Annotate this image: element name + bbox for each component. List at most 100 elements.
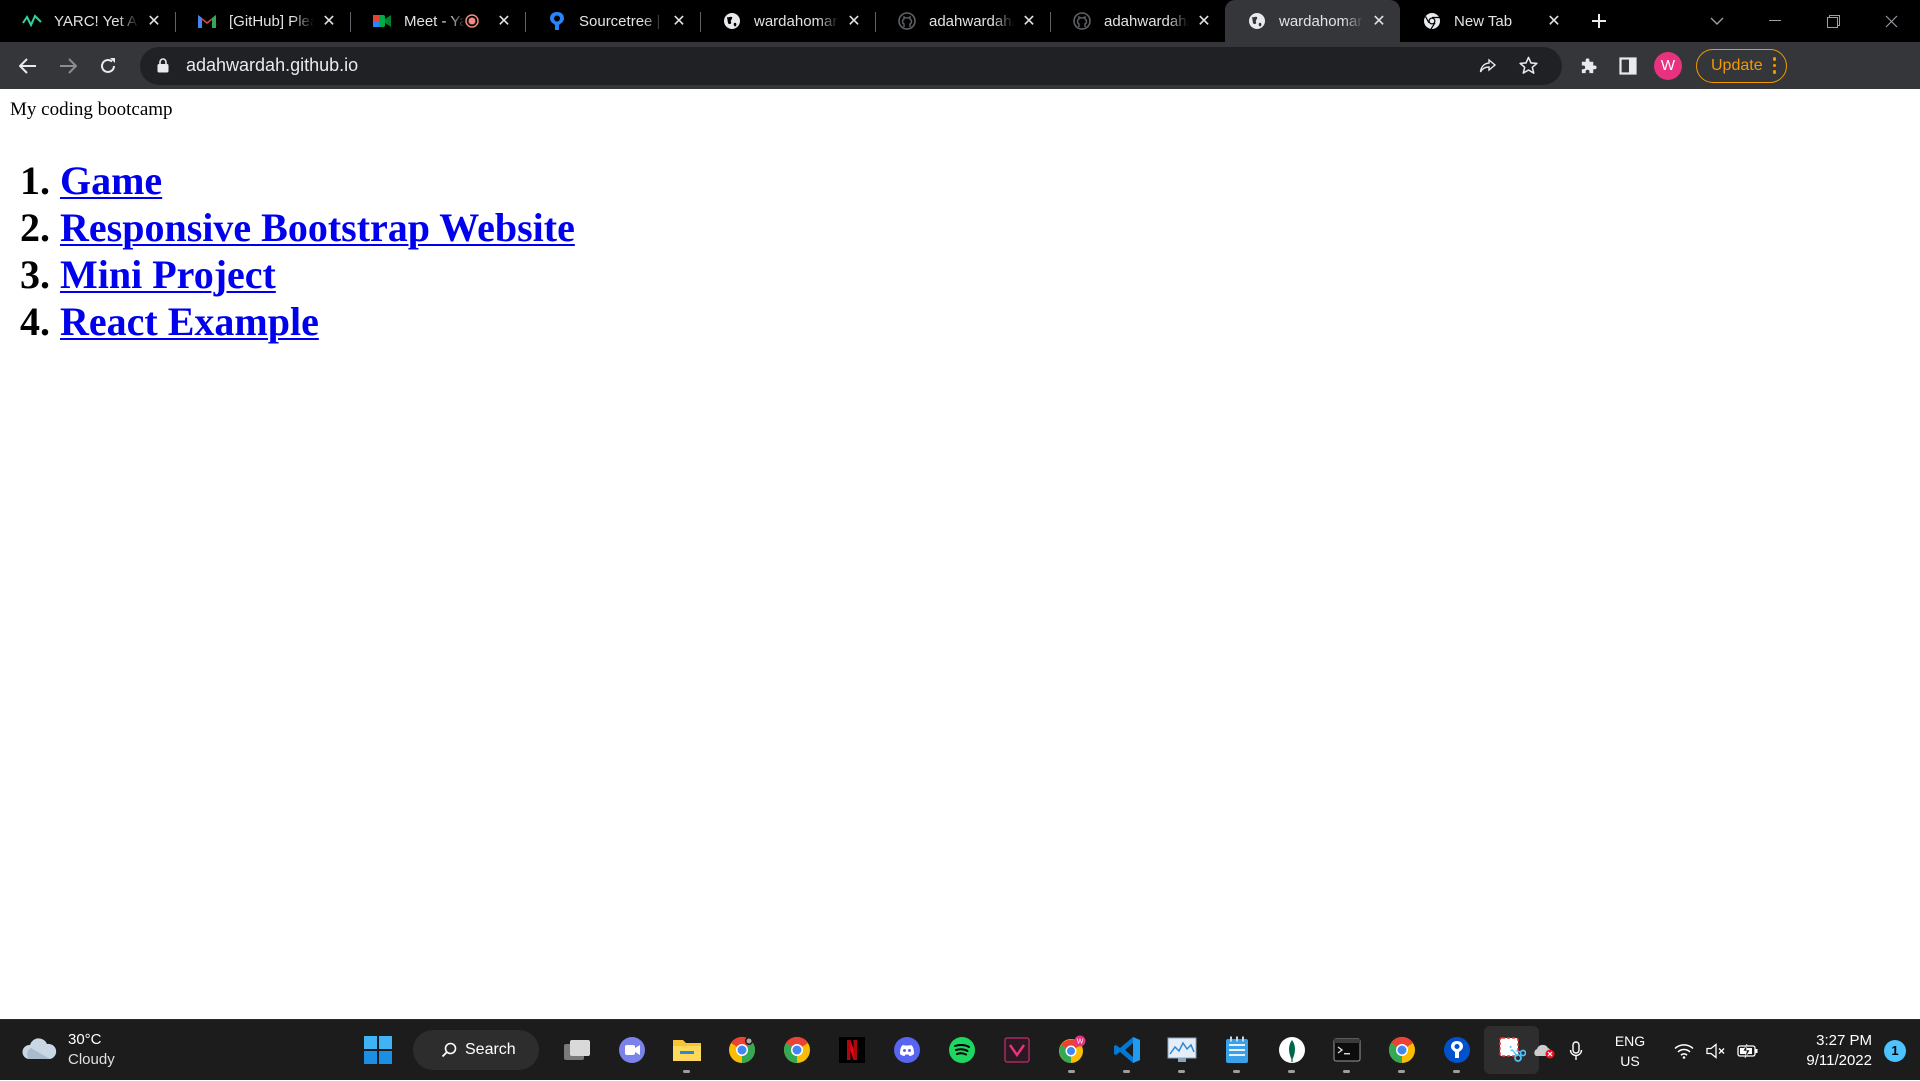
close-window-button[interactable]: [1862, 0, 1920, 42]
reload-button[interactable]: [88, 46, 128, 86]
discord-button[interactable]: [879, 1026, 934, 1074]
minimize-button[interactable]: [1746, 0, 1804, 42]
netflix-button[interactable]: [824, 1026, 879, 1074]
close-icon[interactable]: ✕: [495, 12, 513, 30]
chrome-profile-icon: W: [1058, 1035, 1085, 1063]
new-tab-button[interactable]: [1575, 0, 1623, 42]
windows-taskbar: 30°C Cloudy Search W ENG US 3:27 PM 9/11…: [0, 1019, 1920, 1080]
tab-title: Sourcetree | Free Git GUI: [579, 12, 664, 30]
task-view-icon: [563, 1040, 590, 1060]
tab-yarc[interactable]: YARC! Yet Another REST Client ✕: [0, 0, 175, 42]
minimize-icon: [1769, 20, 1781, 21]
close-icon[interactable]: ✕: [1370, 12, 1388, 30]
weather-widget[interactable]: 30°C Cloudy: [20, 1030, 115, 1070]
address-bar[interactable]: adahwardah.github.io: [140, 46, 1562, 85]
clock-time: 3:27 PM: [1816, 1031, 1872, 1049]
lock-icon[interactable]: [154, 57, 172, 75]
list-item: Responsive Bootstrap Website: [60, 204, 575, 251]
clock[interactable]: 3:27 PM 9/11/2022: [1772, 1031, 1872, 1071]
resource-monitor-button[interactable]: [1154, 1026, 1209, 1074]
close-icon[interactable]: ✕: [1195, 12, 1213, 30]
search-icon: [441, 1042, 457, 1058]
link-mini-project[interactable]: Mini Project: [60, 252, 276, 297]
arrow-right-icon: [60, 57, 77, 74]
spotify-button[interactable]: [934, 1026, 989, 1074]
github-icon: [1072, 11, 1092, 31]
chrome-canary-icon: [728, 1036, 755, 1064]
tab-search-button[interactable]: [1688, 0, 1746, 42]
list-item: Mini Project: [60, 251, 575, 298]
profile-avatar[interactable]: W: [1654, 51, 1682, 80]
language-indicator[interactable]: ENG US: [1600, 1031, 1660, 1071]
forward-button[interactable]: [48, 46, 88, 86]
link-react-example[interactable]: React Example: [60, 299, 319, 344]
terminal-button[interactable]: [1319, 1026, 1374, 1074]
extensions-button[interactable]: [1568, 46, 1608, 86]
recording-indicator-icon: [465, 14, 479, 28]
project-list: Game Responsive Bootstrap Website Mini P…: [0, 157, 575, 345]
tab-meet[interactable]: Meet - Yay ✕: [350, 0, 525, 42]
reload-icon: [101, 57, 115, 73]
task-view-button[interactable]: [549, 1026, 604, 1074]
google-meet-icon: [372, 11, 392, 31]
sourcetree-icon: [1443, 1037, 1470, 1063]
terminal-icon: [1333, 1038, 1360, 1062]
notification-badge[interactable]: 1: [1884, 1039, 1906, 1062]
tab-github-repo-2[interactable]: adahwardah/adahwardah.github.io ✕: [1050, 0, 1225, 42]
spotify-icon: [948, 1037, 975, 1063]
side-panel-button[interactable]: [1608, 46, 1648, 86]
battery-button[interactable]: [1732, 1031, 1764, 1071]
yarc-wave-icon: [22, 11, 42, 31]
sourcetree-button[interactable]: [1429, 1026, 1484, 1074]
tab-new-tab[interactable]: New Tab ✕: [1400, 0, 1575, 42]
volume-button[interactable]: [1700, 1031, 1732, 1071]
chrome-button[interactable]: [769, 1026, 824, 1074]
cloud-icon: [22, 1038, 57, 1059]
teams-chat-button[interactable]: [604, 1026, 659, 1074]
link-responsive-bootstrap-website[interactable]: Responsive Bootstrap Website: [60, 205, 575, 250]
vscode-button[interactable]: [1099, 1026, 1154, 1074]
microphone-button[interactable]: [1560, 1031, 1592, 1071]
start-button[interactable]: [350, 1026, 405, 1074]
tab-github-repo-1[interactable]: adahwardah/adahwardah.github.io ✕: [875, 0, 1050, 42]
mongodb-compass-button[interactable]: [1264, 1026, 1319, 1074]
vectr-button[interactable]: [989, 1026, 1044, 1074]
chrome-canary-button[interactable]: [714, 1026, 769, 1074]
close-icon[interactable]: ✕: [670, 12, 688, 30]
file-explorer-button[interactable]: [659, 1026, 714, 1074]
update-button[interactable]: Update: [1696, 48, 1788, 83]
svg-text:W: W: [1076, 1039, 1083, 1046]
close-icon[interactable]: ✕: [845, 12, 863, 30]
close-icon[interactable]: ✕: [1020, 12, 1038, 30]
tab-wardahomar-active[interactable]: wardahomar ✕: [1225, 0, 1400, 42]
tab-gmail[interactable]: [GitHub] Please verify your device ✕: [175, 0, 350, 42]
chrome-icon: [1422, 11, 1442, 31]
list-item: React Example: [60, 298, 575, 345]
chrome-button-2[interactable]: [1374, 1026, 1429, 1074]
notepad-button[interactable]: [1209, 1026, 1264, 1074]
restore-button[interactable]: [1804, 0, 1862, 42]
tab-title: New Tab: [1454, 12, 1513, 30]
microphone-icon: [1569, 1040, 1583, 1060]
bookmark-button[interactable]: [1508, 48, 1548, 84]
chrome-profile-button[interactable]: W: [1044, 1026, 1099, 1074]
restore-icon: [1826, 14, 1840, 28]
update-label: Update: [1711, 56, 1763, 74]
github-icon: [897, 11, 917, 31]
tab-wardahomar-overview[interactable]: wardahomar - Overview ✕: [700, 0, 875, 42]
back-button[interactable]: [8, 46, 48, 86]
side-panel-icon: [1619, 56, 1637, 75]
taskbar-apps: Search W: [350, 1026, 1539, 1074]
close-icon[interactable]: ✕: [145, 12, 163, 30]
close-icon[interactable]: ✕: [1545, 12, 1563, 30]
show-hidden-icons-button[interactable]: [1496, 1031, 1528, 1071]
clock-date: 9/11/2022: [1806, 1051, 1872, 1069]
taskbar-search-button[interactable]: Search: [413, 1030, 539, 1070]
wifi-button[interactable]: [1668, 1031, 1700, 1071]
tab-sourcetree[interactable]: Sourcetree | Free Git GUI ✕: [525, 0, 700, 42]
taskbar-search-label: Search: [465, 1041, 516, 1058]
close-icon[interactable]: ✕: [320, 12, 338, 30]
share-button[interactable]: [1468, 48, 1508, 84]
onedrive-status-button[interactable]: [1528, 1031, 1560, 1071]
link-game[interactable]: Game: [60, 158, 162, 203]
